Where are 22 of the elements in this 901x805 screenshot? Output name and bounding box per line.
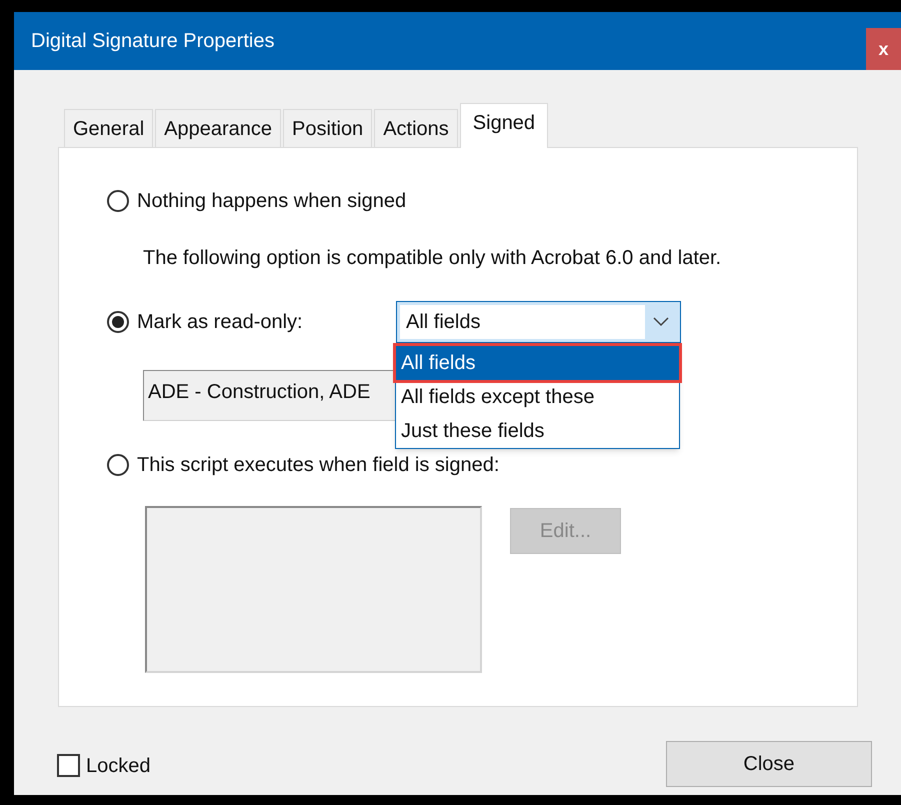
compatibility-note: The following option is compatible only with Acrobat 6.0 and later.	[143, 246, 722, 271]
dropdown[interactable]: All fields	[396, 301, 681, 343]
radio-button[interactable]	[107, 311, 129, 333]
checkbox-label: Locked	[86, 754, 150, 778]
dialog-close-button[interactable]: Close	[666, 741, 872, 787]
dropdown-option[interactable]: All fields except these	[396, 380, 679, 414]
dropdown-option[interactable]: Just these fields	[396, 414, 679, 448]
radio-label: Nothing happens when signed	[137, 189, 406, 214]
tab[interactable]: Actions	[374, 109, 458, 147]
tab[interactable]: Signed	[460, 103, 548, 148]
window-title: Digital Signature Properties	[30, 29, 274, 54]
radio-label: Mark as read-only:	[137, 310, 303, 335]
checkbox[interactable]	[57, 754, 80, 777]
radio-button[interactable]	[107, 454, 129, 476]
tab[interactable]: General	[64, 109, 154, 147]
tab[interactable]: Appearance	[155, 109, 282, 147]
chevron-down-icon	[653, 317, 669, 327]
dropdown-option[interactable]: All fields	[396, 346, 679, 380]
radio-label: This script executes when field is signed:	[137, 453, 500, 478]
tab[interactable]: Position	[283, 109, 372, 147]
radio-button[interactable]	[107, 190, 129, 212]
window-close-button[interactable]: x	[866, 28, 901, 70]
